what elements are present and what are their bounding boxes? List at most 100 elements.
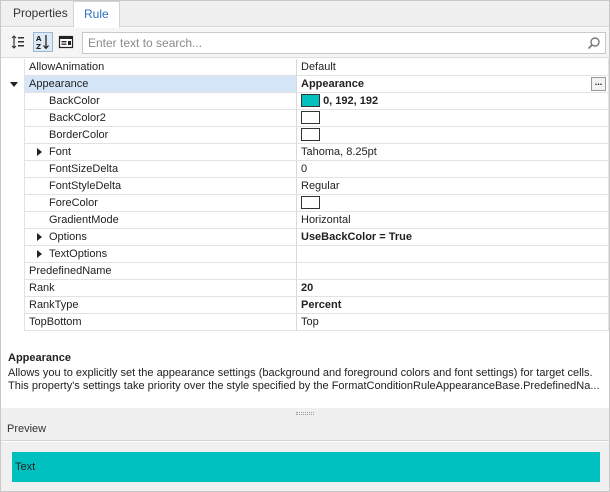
property-name: RankType: [24, 297, 297, 314]
property-row-options[interactable]: Options UseBackColor = True: [1, 229, 609, 246]
tab-bar: Properties Rule: [1, 1, 609, 28]
search-input[interactable]: [83, 33, 573, 53]
sort-alphabetical-button[interactable]: A Z: [33, 32, 53, 52]
panel-splitter[interactable]: [1, 408, 609, 419]
property-name: PredefinedName: [24, 263, 297, 280]
property-row-backcolor[interactable]: BackColor 0, 192, 192: [1, 93, 609, 110]
property-row-predefinedname[interactable]: PredefinedName: [1, 263, 609, 280]
description-line-2: This property's settings take priority o…: [8, 380, 600, 392]
color-swatch: [301, 110, 320, 124]
property-value[interactable]: [297, 263, 609, 280]
row-gutter: [1, 314, 24, 331]
description-panel: Appearance Allows you to explicitly set …: [1, 347, 609, 407]
property-value[interactable]: Horizontal: [297, 212, 609, 229]
property-value[interactable]: Regular: [297, 178, 609, 195]
property-pages-icon: [58, 35, 74, 49]
row-gutter: [1, 229, 24, 246]
sort-alphabetical-icon: A Z: [36, 35, 49, 50]
property-value[interactable]: 20: [297, 280, 609, 297]
property-row-rank[interactable]: Rank 20: [1, 280, 609, 297]
property-name: GradientMode: [24, 212, 297, 229]
property-grid: AllowAnimation Default Appearance Appear…: [1, 59, 609, 332]
property-row-backcolor2[interactable]: BackColor2: [1, 110, 609, 127]
categorized-icon: [11, 35, 24, 49]
property-value[interactable]: Default: [297, 59, 609, 76]
row-gutter: [1, 127, 24, 144]
property-name: TextOptions: [49, 248, 108, 260]
tab-rule[interactable]: Rule: [73, 1, 120, 28]
expand-arrow-icon[interactable]: [37, 250, 42, 258]
property-value: 0, 192, 192: [323, 95, 379, 107]
search-icon[interactable]: [587, 36, 601, 50]
color-swatch: [301, 127, 320, 141]
property-value[interactable]: 0: [297, 161, 609, 178]
row-gutter: [1, 59, 24, 76]
property-value[interactable]: UseBackColor = True: [297, 229, 609, 246]
property-name-cell: Font: [24, 144, 297, 161]
property-name: FontStyleDelta: [24, 178, 297, 195]
property-name: ForeColor: [24, 195, 297, 212]
property-row-topbottom[interactable]: TopBottom Top: [1, 314, 609, 331]
row-gutter: [1, 161, 24, 178]
toolbar: A Z: [1, 28, 609, 58]
property-row-fontsizedelta[interactable]: FontSizeDelta 0: [1, 161, 609, 178]
row-gutter: [1, 195, 24, 212]
collapse-arrow-icon[interactable]: [10, 82, 18, 87]
property-name: BackColor: [24, 93, 297, 110]
property-pages-button[interactable]: [56, 32, 76, 52]
color-swatch: [301, 93, 320, 107]
description-line-1: Allows you to explicitly set the appeara…: [8, 367, 593, 379]
property-name: BorderColor: [24, 127, 297, 144]
property-row-gradientmode[interactable]: GradientMode Horizontal: [1, 212, 609, 229]
row-gutter: [1, 144, 24, 161]
row-gutter: [1, 246, 24, 263]
property-value: Appearance: [301, 78, 364, 90]
property-value-cell[interactable]: [297, 127, 609, 144]
property-name: AllowAnimation: [24, 59, 297, 76]
row-gutter: [1, 110, 24, 127]
row-gutter: [1, 297, 24, 314]
categorized-view-button[interactable]: [8, 32, 28, 52]
svg-text:A: A: [36, 35, 42, 43]
row-gutter: [1, 280, 24, 297]
splitter-grip-icon[interactable]: [296, 412, 314, 415]
property-name-cell: TextOptions: [24, 246, 297, 263]
property-row-appearance[interactable]: Appearance Appearance ...: [1, 76, 609, 93]
property-grid-panel: Properties Rule A Z Enter text to search…: [0, 0, 610, 492]
tab-properties[interactable]: Properties: [3, 1, 78, 27]
property-name: Font: [49, 146, 72, 158]
row-gutter: [1, 93, 24, 110]
description-title: Appearance: [8, 352, 71, 364]
row-gutter: [1, 178, 24, 195]
property-row-bordercolor[interactable]: BorderColor: [1, 127, 609, 144]
property-row-textoptions[interactable]: TextOptions: [1, 246, 609, 263]
ellipsis-button[interactable]: ...: [591, 77, 606, 91]
property-row-ranktype[interactable]: RankType Percent: [1, 297, 609, 314]
property-row-forecolor[interactable]: ForeColor: [1, 195, 609, 212]
property-name: BackColor2: [24, 110, 297, 127]
property-value-cell[interactable]: Appearance ...: [297, 76, 609, 93]
property-value[interactable]: [297, 246, 609, 263]
property-row-allowanimation[interactable]: AllowAnimation Default: [1, 59, 609, 76]
svg-text:Z: Z: [36, 43, 41, 50]
preview-header: Preview: [1, 419, 609, 441]
row-gutter: [1, 263, 24, 280]
property-name: FontSizeDelta: [24, 161, 297, 178]
property-value-cell[interactable]: [297, 195, 609, 212]
property-name: Options: [49, 231, 87, 243]
property-value[interactable]: Top: [297, 314, 609, 331]
property-value[interactable]: Percent: [297, 297, 609, 314]
property-value[interactable]: Tahoma, 8.25pt: [297, 144, 609, 161]
expand-arrow-icon[interactable]: [37, 148, 42, 156]
property-row-font[interactable]: Font Tahoma, 8.25pt: [1, 144, 609, 161]
row-gutter: [1, 76, 24, 93]
color-swatch: [301, 195, 320, 209]
search-box: [82, 32, 606, 54]
property-name: TopBottom: [24, 314, 297, 331]
expand-arrow-icon[interactable]: [37, 233, 42, 241]
preview-area: Text: [1, 442, 609, 491]
property-row-fontstyledelta[interactable]: FontStyleDelta Regular: [1, 178, 609, 195]
property-value-cell[interactable]: [297, 110, 609, 127]
property-name: Rank: [24, 280, 297, 297]
property-value-cell[interactable]: 0, 192, 192: [297, 93, 609, 110]
